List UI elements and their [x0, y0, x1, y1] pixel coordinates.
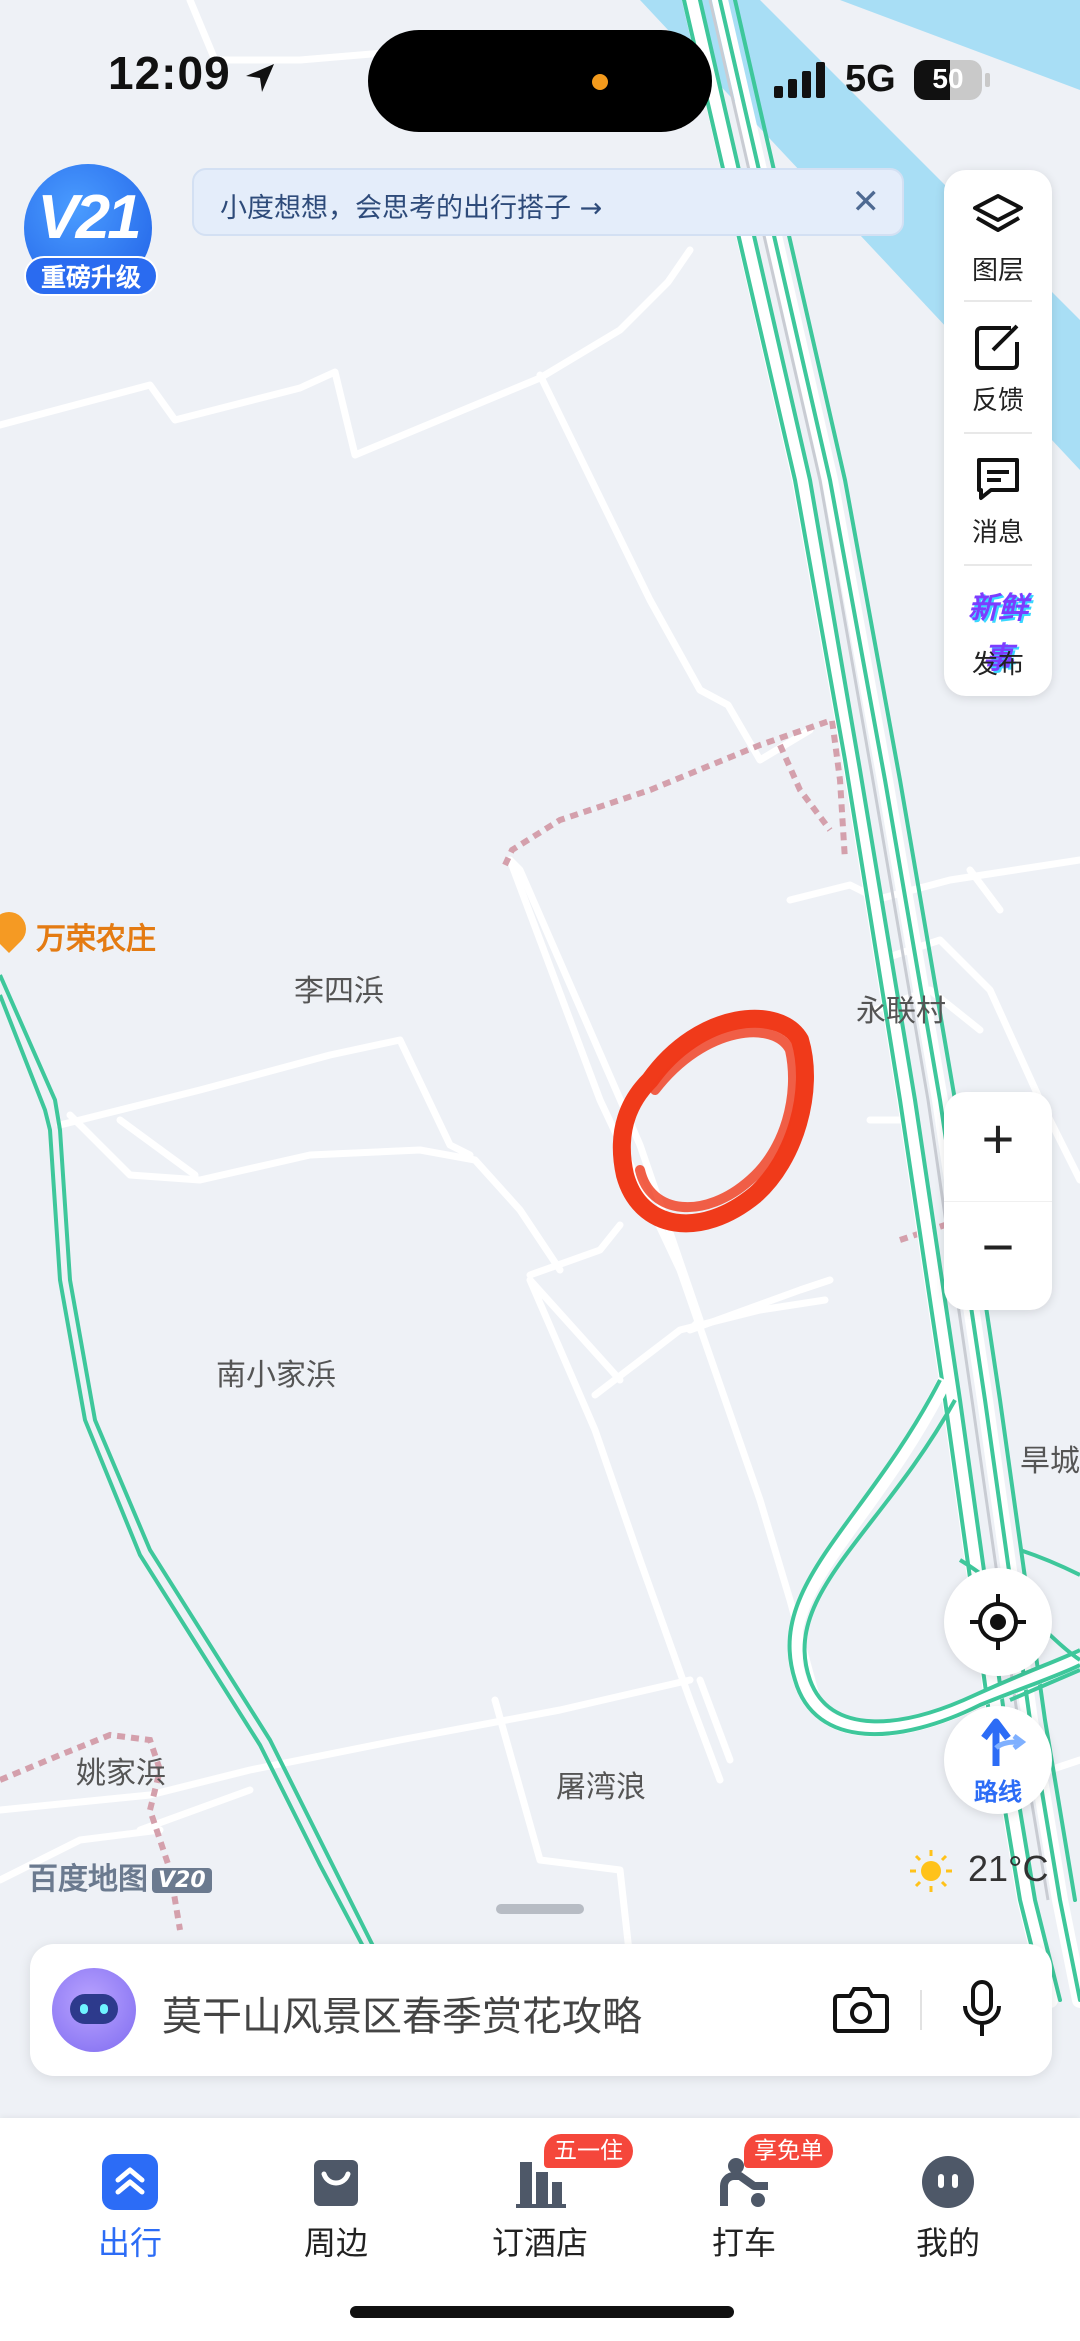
divider: [920, 1990, 922, 2030]
network-type: 5G: [845, 58, 896, 100]
tab-travel[interactable]: 出行: [30, 2138, 230, 2278]
promo-banner-text: 小度想想，会思考的出行搭子 →: [220, 193, 603, 224]
tab-taxi[interactable]: 享免单 打车: [644, 2134, 844, 2278]
place-label-lisibang: 李四浜: [294, 974, 384, 1009]
tab-label: 订酒店: [491, 2224, 588, 2262]
promo-banner[interactable]: 小度想想，会思考的出行搭子 → ✕: [192, 168, 904, 236]
battery-icon: 50: [914, 60, 982, 100]
route-button[interactable]: 路线: [944, 1706, 1052, 1814]
tab-label: 周边: [303, 2224, 368, 2262]
publish-button[interactable]: 新鲜事 发布: [944, 564, 1052, 694]
microphone-icon[interactable]: [960, 1978, 1004, 2040]
status-time: 12:09: [108, 47, 231, 99]
feedback-icon: [975, 324, 1019, 370]
drag-handle[interactable]: [496, 1904, 584, 1914]
version-badge-label: 重磅升级: [24, 256, 158, 296]
crosshair-icon: [970, 1594, 1026, 1650]
message-icon: [977, 458, 1019, 500]
temperature: 21°C: [968, 1848, 1049, 1889]
tab-label: 打车: [711, 2224, 776, 2262]
hotel-promo-badge: 五一住: [544, 2134, 633, 2168]
bottom-tab-bar: 出行 周边 五一住 订酒店 享免单 打车 我的: [0, 2118, 1080, 2341]
locate-button[interactable]: [944, 1568, 1052, 1676]
tab-label: 出行: [97, 2224, 162, 2262]
location-arrow-icon: [246, 64, 274, 92]
profile-icon: [922, 2156, 974, 2208]
layers-label: 图层: [971, 256, 1024, 286]
battery-level: 50: [932, 63, 964, 94]
place-label-yaojia: 姚家浜: [76, 1756, 166, 1791]
zoom-control: + −: [944, 1092, 1052, 1310]
signal-icon: [774, 62, 825, 98]
home-indicator[interactable]: [350, 2306, 734, 2318]
tab-label: 我的: [915, 2224, 980, 2262]
feedback-label: 反馈: [971, 386, 1024, 416]
logo-version: V20: [152, 1868, 212, 1893]
zoom-in-button[interactable]: +: [944, 1106, 1052, 1171]
place-label-hancheng: 旱城: [1020, 1444, 1080, 1479]
route-arrow-icon: [981, 1718, 1027, 1766]
message-label: 消息: [971, 518, 1024, 548]
recording-indicator: [592, 74, 608, 90]
close-icon[interactable]: ✕: [852, 182, 881, 222]
poi-label: 万荣农庄: [36, 922, 156, 957]
dynamic-island: [368, 30, 712, 132]
route-label: 路线: [974, 1778, 1022, 1806]
divider: [944, 1201, 1052, 1202]
search-query[interactable]: 莫干山风景区春季赏花攻略: [162, 1984, 642, 2042]
baidu-map-logo: 百度地图 V20: [28, 1854, 212, 1898]
taxi-promo-badge: 享免单: [744, 2134, 833, 2168]
battery-tip: [985, 73, 990, 87]
news-badge: 新鲜事: [968, 591, 1028, 676]
feedback-button[interactable]: 反馈: [944, 300, 1052, 430]
tab-hotel[interactable]: 五一住 订酒店: [440, 2134, 640, 2278]
search-bar[interactable]: 莫干山风景区春季赏花攻略: [30, 1944, 1052, 2076]
layers-icon: [973, 194, 1023, 232]
version-number: V21: [37, 183, 141, 252]
place-label-nanxiaojia: 南小家浜: [216, 1358, 336, 1393]
message-button[interactable]: 消息: [944, 432, 1052, 562]
logo-text: 百度地图: [28, 1862, 148, 1897]
zoom-out-button[interactable]: −: [944, 1214, 1052, 1279]
assistant-avatar[interactable]: [52, 1968, 136, 2052]
tab-nearby[interactable]: 周边: [236, 2138, 436, 2278]
sun-icon: [910, 1850, 952, 1892]
travel-icon: [102, 2154, 158, 2210]
status-bar: 12:09 5G 50: [0, 0, 1080, 150]
place-label-yonglian: 永联村: [856, 994, 946, 1029]
shopping-bag-icon: [314, 2160, 358, 2206]
map-tools-panel: 图层 反馈 消息 新鲜事 发布: [944, 170, 1052, 696]
layers-button[interactable]: 图层: [944, 170, 1052, 300]
publish-label: 发布: [971, 650, 1024, 680]
version-badge[interactable]: V21 重磅升级: [24, 164, 158, 298]
place-label-tuwanlang: 屠湾浪: [556, 1770, 646, 1805]
camera-icon[interactable]: [832, 1984, 890, 2034]
tab-profile[interactable]: 我的: [848, 2138, 1048, 2278]
